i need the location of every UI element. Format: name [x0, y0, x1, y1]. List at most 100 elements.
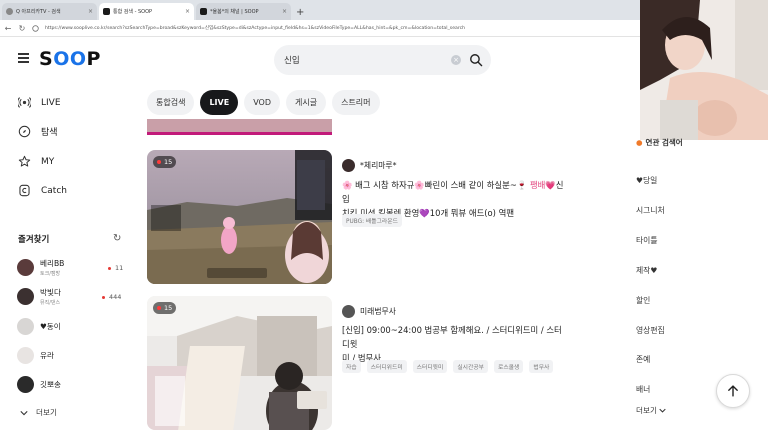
tag[interactable]: PUBG: 배틀그라운드 — [342, 214, 402, 227]
related-keyword[interactable]: 시그니처 — [636, 205, 665, 216]
age-badge: 15 — [153, 302, 177, 314]
sidebar-item-my[interactable]: MY — [18, 155, 54, 168]
tab-title: *율봄*의 채널 | SOOP — [210, 9, 259, 15]
tab-title: Q 아프리카TV - 검색 — [16, 9, 61, 15]
browser-tab-1[interactable]: Q 아프리카TV - 검색 × — [2, 3, 97, 20]
avatar — [17, 288, 34, 305]
avatar — [342, 159, 355, 172]
back-icon[interactable]: ← — [4, 24, 12, 33]
sidebar-item-label: Catch — [41, 185, 67, 196]
study-scene-image — [147, 296, 332, 430]
site-info-icon[interactable] — [32, 24, 39, 32]
tag[interactable]: 법무사 — [529, 360, 554, 373]
viewer-count: 444 — [102, 293, 121, 301]
tab-posts[interactable]: 게시글 — [285, 90, 327, 115]
tab-vod[interactable]: VOD — [244, 90, 280, 115]
age-badge-label: 15 — [164, 158, 173, 166]
avatar — [17, 347, 34, 364]
related-keyword[interactable]: 타이틀 — [636, 235, 658, 246]
title-text: 10개 뭐뷰 애드(o) 역팬 — [429, 208, 515, 218]
favorite-name: 박빛다 — [40, 288, 61, 297]
chevron-down-icon — [20, 410, 28, 415]
webcam-overlay — [640, 0, 768, 140]
stream-title[interactable]: [신입] 09:00~24:00 법공부 함께해요. / 스터디위드미 / 스터… — [342, 323, 567, 365]
tag-list: 자습 스터디위드미 스터디윗미 실시간공부 로스쿨생 법무사 — [342, 360, 554, 373]
title-emoji: 🌸 — [414, 180, 425, 190]
game-scene-image — [147, 150, 332, 284]
sidebar-more-button[interactable]: 더보기 — [20, 407, 57, 418]
related-keyword[interactable]: 존예 — [636, 354, 650, 365]
tag[interactable]: 로스쿨생 — [494, 360, 524, 373]
favorites-title: 즐겨찾기 — [18, 235, 50, 245]
favorite-category: 토크/캠방 — [40, 271, 61, 277]
title-emoji: 💜 — [419, 208, 430, 218]
url-field[interactable]: https://www.sooplive.co.kr/search?szSear… — [45, 25, 515, 31]
soop-logo[interactable]: S OO P — [39, 48, 101, 70]
logo-letter-s: S — [39, 48, 54, 70]
age-badge-label: 15 — [164, 304, 173, 312]
star-icon — [18, 155, 31, 167]
related-keyword[interactable]: ♥당일 — [636, 175, 657, 186]
tab-favicon — [6, 8, 13, 15]
favorite-item[interactable]: 박빛다 뮤직/댄스 — [17, 287, 61, 306]
favorite-item[interactable]: 베리BB 토크/캠방 — [17, 258, 64, 277]
webcam-image — [640, 0, 768, 140]
related-keyword[interactable]: 제작♥ — [636, 265, 657, 276]
filter-tabs: 통합검색 LIVE VOD 게시글 스트리머 — [147, 90, 380, 115]
search-box[interactable]: 신입 × — [274, 45, 491, 75]
tag[interactable]: 실시간공부 — [453, 360, 489, 373]
tab-favicon — [200, 8, 207, 15]
related-keyword[interactable]: 할인 — [636, 295, 650, 306]
sidebar-item-explore[interactable]: 탐색 — [18, 125, 58, 138]
sidebar-item-label: LIVE — [41, 97, 61, 108]
sidebar-item-live[interactable]: LIVE — [18, 96, 61, 109]
avatar — [17, 318, 34, 335]
search-input[interactable]: 신입 — [284, 54, 451, 66]
browser-tab-2[interactable]: 통합 검색 - SOOP × — [99, 3, 194, 20]
clear-search-icon[interactable]: × — [451, 55, 461, 65]
favorite-item[interactable]: 유라 — [17, 347, 54, 364]
browser-tab-3[interactable]: *율봄*의 채널 | SOOP × — [196, 3, 291, 20]
tag[interactable]: 자습 — [342, 360, 361, 373]
streamer-row[interactable]: *체리마루* — [342, 159, 397, 172]
refresh-icon[interactable]: ↻ — [113, 233, 121, 244]
previous-result-thumbnail-edge[interactable] — [147, 119, 332, 135]
sidebar-item-catch[interactable]: Catch — [18, 184, 67, 197]
reload-icon[interactable]: ↻ — [18, 24, 26, 33]
related-keyword[interactable]: 배너 — [636, 384, 650, 395]
favorite-item[interactable]: ♥동이 — [17, 318, 61, 335]
tag[interactable]: 스터디윗미 — [412, 360, 448, 373]
logo-letter-p: P — [86, 48, 101, 70]
favorite-name: 유라 — [40, 351, 54, 360]
tab-streamers[interactable]: 스트리머 — [332, 90, 380, 115]
more-label: 더보기 — [636, 406, 657, 415]
related-keyword[interactable]: 영상편집 — [636, 325, 665, 336]
tab-all[interactable]: 통합검색 — [147, 90, 195, 115]
viewer-count: 11 — [108, 264, 123, 272]
search-icon[interactable] — [469, 53, 483, 67]
tab-close-icon[interactable]: × — [185, 8, 190, 15]
related-more-button[interactable]: 더보기 — [636, 405, 667, 416]
tab-close-icon[interactable]: × — [88, 8, 93, 15]
hamburger-menu-icon[interactable] — [18, 53, 29, 63]
stream-thumbnail[interactable]: 15 — [147, 296, 332, 430]
favorite-item[interactable]: 깃뽀송 — [17, 376, 61, 393]
tag[interactable]: 스터디위드미 — [366, 360, 407, 373]
tab-close-icon[interactable]: × — [282, 8, 287, 15]
stream-thumbnail[interactable]: 15 — [147, 150, 332, 284]
streamer-row[interactable]: 미래법무사 — [342, 305, 396, 318]
favorite-name: 깃뽀송 — [40, 380, 61, 389]
sidebar-item-label: 탐색 — [41, 128, 58, 138]
title-text: 빠린이 스배 같이 하실분~ — [424, 180, 517, 190]
new-tab-button[interactable]: + — [296, 7, 304, 18]
tab-live[interactable]: LIVE — [200, 90, 239, 115]
related-keywords-title: ● 연관 검색어 — [636, 137, 683, 148]
scroll-to-top-button[interactable] — [716, 374, 750, 408]
streamer-name: *체리마루* — [360, 161, 397, 170]
avatar — [17, 259, 34, 276]
tag-list: PUBG: 배틀그라운드 — [342, 214, 402, 227]
title-text: 🌸 배그 시참 하자규 — [342, 180, 415, 190]
avatar — [17, 376, 34, 393]
title-emoji: 💗 — [545, 180, 556, 190]
tab-title: 통합 검색 - SOOP — [113, 9, 153, 15]
